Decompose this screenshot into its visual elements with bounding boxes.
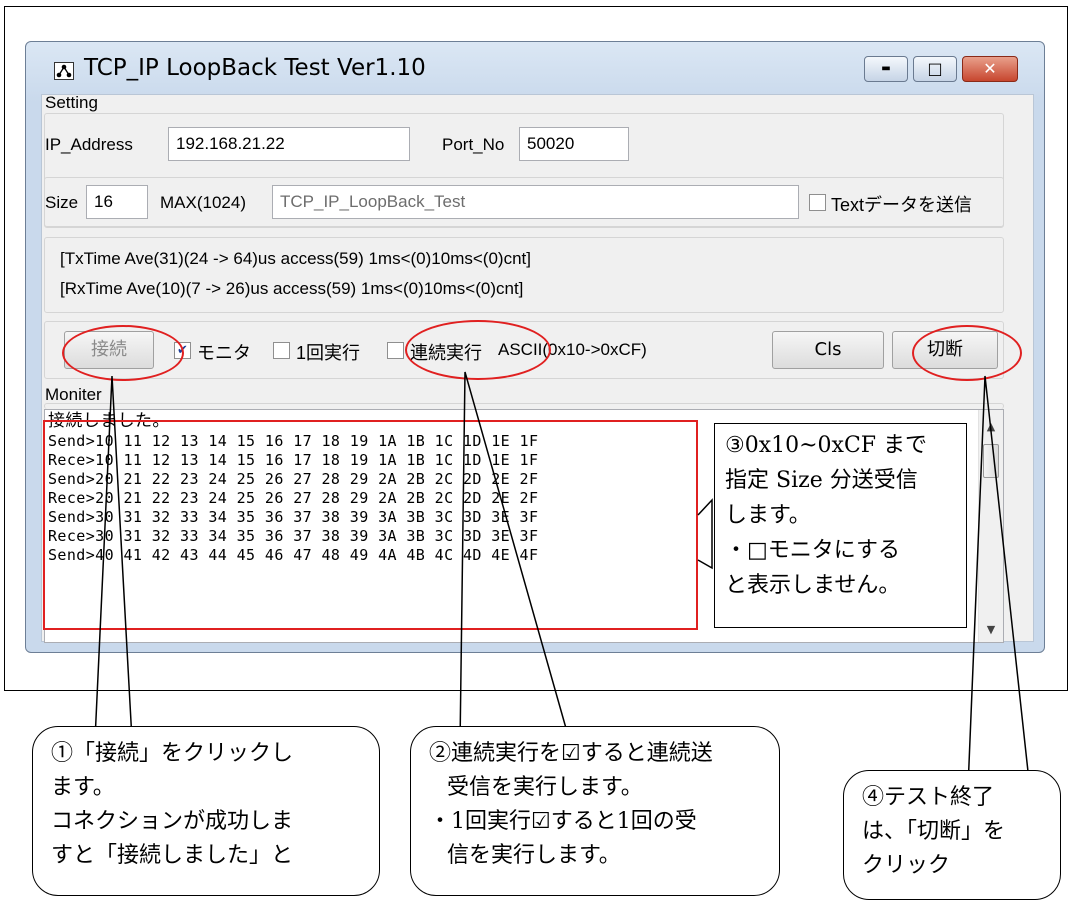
callout-line: クリック [862,853,951,878]
callout-line: ます。 [51,775,115,800]
callout-line: ④テスト終了 [862,785,995,810]
note-line: ③0x10~0xCF まで [725,433,928,458]
callout-continuous: ②連続実行を☑すると連続送 受信を実行します。 ・1回実行☑すると1回の受 信を… [410,726,780,896]
note-line: します。 [725,503,811,528]
callout-line: は、「切断」を [862,819,1006,844]
note-line: と表示しません。 [725,573,901,598]
note-line: ・□モニタにする [725,538,901,563]
callout-line: ・1回実行☑すると1回の受 [429,809,697,834]
callout-disconnect: ④テスト終了 は、「切断」を クリック [843,770,1061,900]
note-monitor-description: ③0x10~0xCF まで 指定 Size 分送受信 します。 ・□モニタにする… [714,423,967,628]
callout-line: すと「接続しました」と [51,843,294,868]
callout-connect: ①「接続」をクリックし ます。 コネクションが成功しま すと「接続しました」と [32,726,380,896]
callout-line: 受信を実行します。 [447,775,643,800]
callout-line: ①「接続」をクリックし [51,741,294,766]
callout-line: コネクションが成功しま [51,809,294,834]
callout-line: 信を実行します。 [447,843,621,868]
note-line: 指定 Size 分送受信 [725,468,918,493]
callout-line: ②連続実行を☑すると連続送 [429,741,713,766]
